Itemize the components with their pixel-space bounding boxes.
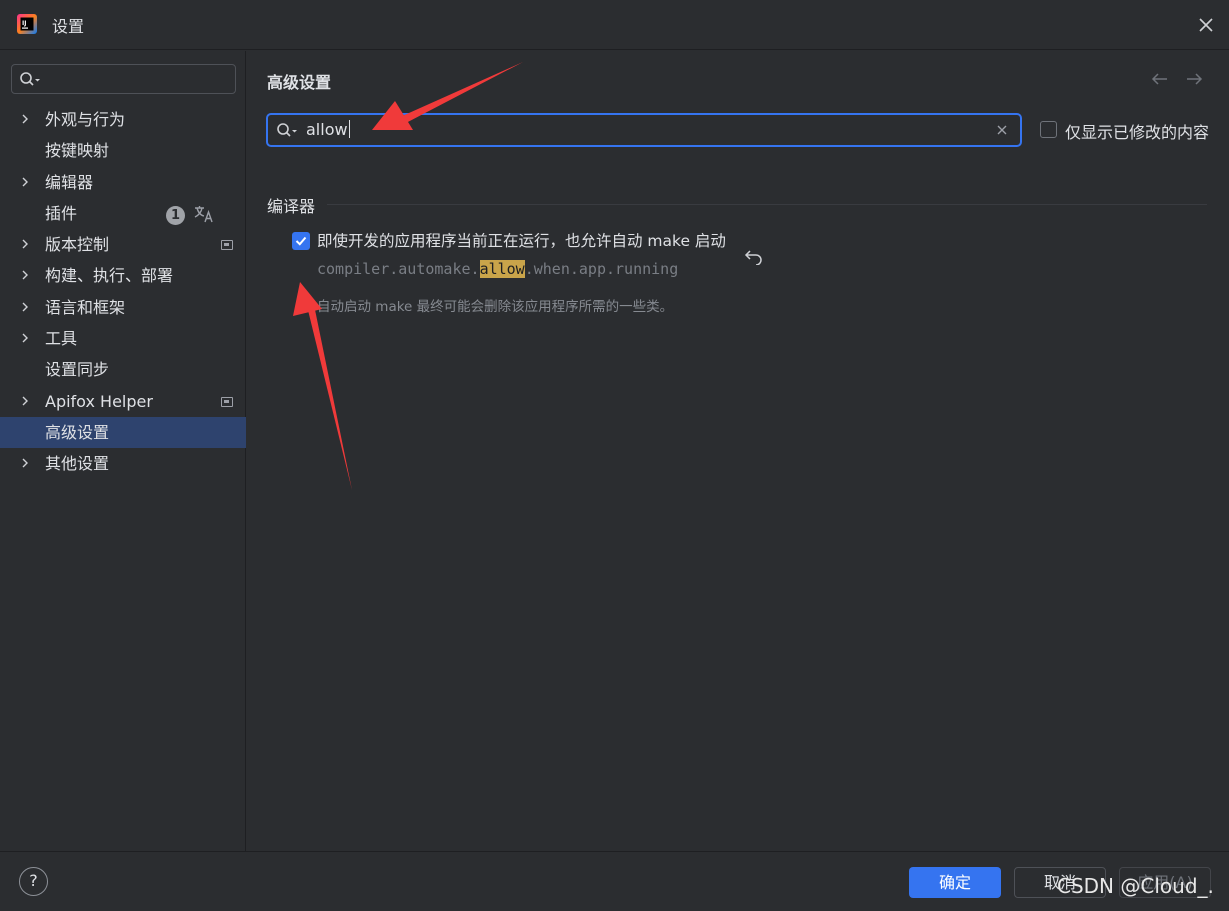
settings-content: 高级设置 allow 仅显示已修改的内容 编译器 即使开发的应用程序当前正在运行… bbox=[247, 51, 1229, 851]
section-divider bbox=[327, 204, 1207, 205]
sidebar-item-label: 设置同步 bbox=[45, 360, 110, 380]
show-modified-checkbox[interactable] bbox=[1040, 121, 1057, 138]
option-label[interactable]: 即使开发的应用程序当前正在运行，也允许自动 make 启动 bbox=[317, 229, 726, 251]
sidebar-item[interactable]: 语言和框架 bbox=[0, 292, 246, 323]
translate-icon bbox=[194, 205, 213, 223]
intellij-logo-icon: IJ bbox=[17, 14, 37, 34]
option-key-suffix: .when.app.running bbox=[524, 260, 679, 278]
sidebar-item[interactable]: 其他设置 bbox=[0, 448, 246, 479]
sidebar-item[interactable]: 版本控制 bbox=[0, 229, 246, 260]
sidebar-item-label: 高级设置 bbox=[45, 422, 110, 442]
ok-button[interactable]: 确定 bbox=[909, 867, 1001, 898]
sidebar-item[interactable]: 设置同步 bbox=[0, 354, 246, 385]
settings-sidebar: 外观与行为按键映射编辑器插件 1 版本控制构建、执行、部署 语言和框架工具设置同步 Ap… bbox=[0, 51, 246, 851]
sidebar-item-label: 工具 bbox=[45, 329, 78, 349]
page-title: 高级设置 bbox=[267, 73, 332, 92]
sidebar-item-label: 版本控制 bbox=[45, 235, 110, 255]
chevron-right-icon[interactable] bbox=[20, 396, 30, 406]
search-match-highlight: allow bbox=[479, 260, 525, 278]
chevron-right-icon[interactable] bbox=[20, 333, 30, 343]
settings-search-input[interactable]: allow bbox=[266, 113, 1022, 147]
reset-to-default-icon[interactable] bbox=[744, 247, 764, 265]
chevron-right-icon[interactable] bbox=[20, 302, 30, 312]
sidebar-item-label: 编辑器 bbox=[45, 172, 94, 192]
svg-text:IJ: IJ bbox=[22, 20, 26, 27]
chevron-right-icon[interactable] bbox=[20, 458, 30, 468]
option-key-prefix: compiler.automake. bbox=[317, 260, 480, 278]
chevron-right-icon[interactable] bbox=[20, 114, 30, 124]
project-settings-icon bbox=[221, 396, 233, 407]
sidebar-item-label: 语言和框架 bbox=[45, 297, 126, 317]
settings-tree: 外观与行为按键映射编辑器插件 1 版本控制构建、执行、部署 语言和框架工具设置同步 Ap… bbox=[0, 104, 246, 480]
sidebar-item[interactable]: Apifox Helper bbox=[0, 386, 246, 417]
window-title: 设置 bbox=[52, 17, 85, 36]
sidebar-item[interactable]: 按键映射 bbox=[0, 135, 246, 166]
chevron-right-icon[interactable] bbox=[20, 239, 30, 249]
search-query: allow bbox=[306, 120, 348, 139]
project-settings-icon bbox=[221, 240, 233, 251]
show-modified-label[interactable]: 仅显示已修改的内容 bbox=[1065, 119, 1209, 143]
sidebar-item[interactable]: 外观与行为 bbox=[0, 104, 246, 135]
section-header-compiler: 编译器 bbox=[267, 197, 316, 216]
text-caret bbox=[348, 120, 350, 138]
update-count-badge: 1 bbox=[166, 205, 185, 225]
sidebar-item[interactable]: 高级设置 bbox=[0, 416, 246, 449]
back-arrow-icon bbox=[1151, 73, 1167, 85]
forward-arrow-icon bbox=[1187, 73, 1203, 85]
clear-search-icon[interactable] bbox=[996, 124, 1008, 136]
history-nav-icons[interactable] bbox=[1149, 69, 1209, 89]
dialog-footer: ? 确定 取消 应用(A) bbox=[0, 851, 1229, 911]
sidebar-item-label: 插件 bbox=[45, 203, 78, 223]
sidebar-item-label: Apifox Helper bbox=[45, 391, 153, 411]
close-icon[interactable] bbox=[1195, 14, 1217, 36]
chevron-right-icon[interactable] bbox=[20, 270, 30, 280]
watermark: CSDN @Cloud_. bbox=[1057, 874, 1214, 898]
sidebar-search-input[interactable] bbox=[11, 64, 236, 94]
sidebar-item-label: 外观与行为 bbox=[45, 110, 126, 129]
sidebar-item[interactable]: 构建、执行、部署 bbox=[0, 260, 246, 291]
option-description: 自动启动 make 最终可能会删除该应用程序所需的一些类。 bbox=[317, 299, 674, 315]
search-icon bbox=[277, 123, 297, 137]
sidebar-item-label: 按键映射 bbox=[45, 141, 110, 161]
checkmark-icon bbox=[295, 236, 307, 246]
chevron-right-icon[interactable] bbox=[20, 177, 30, 187]
search-icon bbox=[20, 72, 40, 86]
help-button[interactable]: ? bbox=[19, 867, 48, 896]
sidebar-item[interactable]: 编辑器 bbox=[0, 167, 246, 198]
sidebar-item-label: 其他设置 bbox=[45, 454, 110, 474]
sidebar-item[interactable]: 插件 1 bbox=[0, 198, 246, 229]
sidebar-item[interactable]: 工具 bbox=[0, 323, 246, 354]
allow-automake-checkbox[interactable] bbox=[292, 232, 310, 250]
sidebar-item-label: 构建、执行、部署 bbox=[45, 266, 174, 286]
option-key: compiler.automake.allow.when.app.running bbox=[317, 260, 678, 278]
title-bar: IJ 设置 bbox=[0, 0, 1229, 50]
